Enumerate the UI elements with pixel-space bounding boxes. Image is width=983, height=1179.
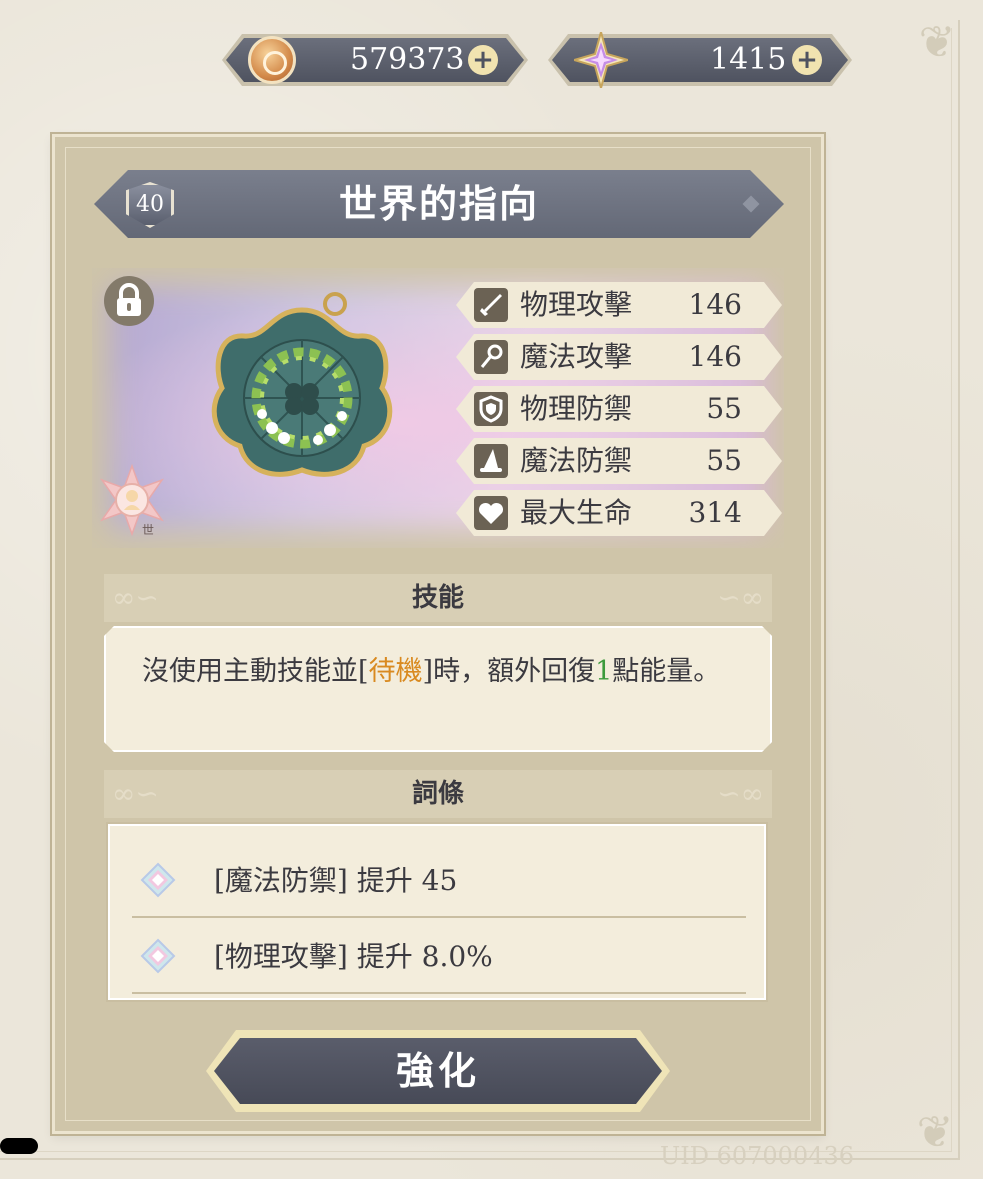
item-name: 世界的指向 <box>338 181 539 226</box>
home-indicator[interactable] <box>0 1138 38 1154</box>
stat-row-magic-attack: 魔法攻擊 146 <box>456 334 782 380</box>
medal-image <box>211 292 393 477</box>
svg-text:世: 世 <box>142 523 154 537</box>
gold-coin-icon <box>248 36 296 84</box>
keyword-standby: 待機 <box>368 656 423 687</box>
stat-row-physical-attack: 物理攻擊 146 <box>456 282 782 328</box>
gem-amount: 1415 <box>710 42 787 77</box>
stat-row-magic-defense: 魔法防禦 55 <box>456 438 782 484</box>
corner-ornament-bottom: ❦ <box>916 1107 954 1158</box>
stat-value: 314 <box>688 496 742 529</box>
list-item: [物理攻擊] 提升 8.0% <box>132 920 746 994</box>
stat-value: 146 <box>688 340 742 373</box>
lock-icon[interactable] <box>104 276 154 326</box>
world-trait-icon: 世 <box>100 463 164 537</box>
stat-value: 146 <box>688 288 742 321</box>
skill-section-header: ∞∽ 技能 ∽∞ <box>104 574 772 622</box>
add-gold-button[interactable]: + <box>468 45 498 75</box>
skill-description: 沒使用主動技能並[待機]時，額外回復1點能量。 <box>142 656 721 687</box>
stat-value: 55 <box>706 444 742 477</box>
heart-icon <box>474 496 508 530</box>
stat-name: 魔法防禦 <box>520 444 633 477</box>
shield-icon <box>474 392 508 426</box>
stat-name: 魔法攻擊 <box>520 340 633 373</box>
enhance-button[interactable]: 強化 <box>214 1038 662 1104</box>
affix-section-header: ∞∽ 詞條 ∽∞ <box>104 770 772 818</box>
star-gem-icon <box>574 32 628 88</box>
affix-gem-icon <box>140 938 176 974</box>
stat-name: 物理防禦 <box>520 392 633 425</box>
staff-icon <box>474 340 508 374</box>
skill-header-label: 技能 <box>411 583 464 613</box>
corner-ornament-top: ❦ <box>918 17 956 68</box>
affix-header-label: 詞條 <box>411 779 464 809</box>
stat-value: 55 <box>706 392 742 425</box>
affix-gem-icon <box>140 862 176 898</box>
add-gem-button[interactable]: + <box>792 45 822 75</box>
gold-amount: 579373 <box>350 42 465 77</box>
list-item: [魔法防禦] 提升 45 <box>132 844 746 918</box>
wizard-hat-icon <box>474 444 508 478</box>
stat-row-physical-defense: 物理防禦 55 <box>456 386 782 432</box>
affix-text: [魔法防禦] 提升 45 <box>214 864 458 897</box>
skill-description-box: 沒使用主動技能並[待機]時，額外回復1點能量。 <box>104 626 772 752</box>
sword-icon <box>474 288 508 322</box>
keyword-amount: 1 <box>595 656 613 687</box>
stat-name: 物理攻擊 <box>520 288 633 321</box>
affix-list[interactable]: [魔法防禦] 提升 45 [物理攻擊] 提升 8.0% <box>108 824 766 1000</box>
affix-text: [物理攻擊] 提升 8.0% <box>214 940 493 973</box>
stat-name: 最大生命 <box>520 496 633 529</box>
user-id: UID 607000436 <box>660 1142 855 1170</box>
stat-row-max-hp: 最大生命 314 <box>456 490 782 536</box>
